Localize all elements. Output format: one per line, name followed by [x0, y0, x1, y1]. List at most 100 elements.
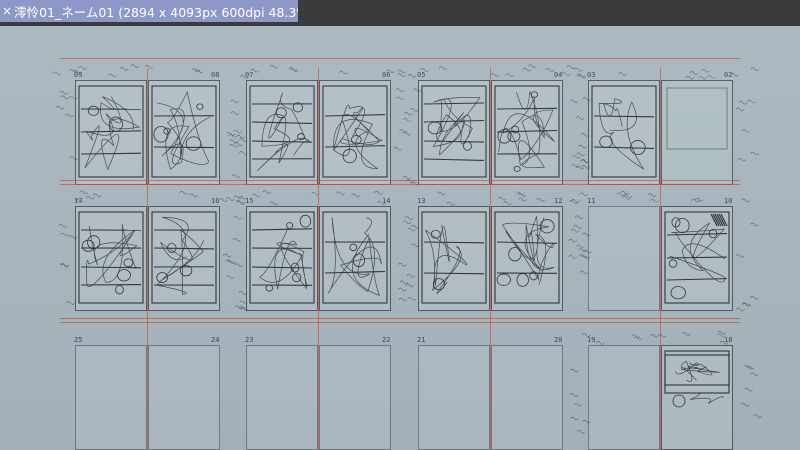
sketch-layer[interactable] — [0, 26, 800, 450]
handwritten-note — [78, 66, 87, 70]
close-tab-icon[interactable]: × — [2, 4, 12, 18]
handwritten-note — [406, 274, 416, 278]
panel-border — [251, 140, 313, 143]
handwritten-note — [64, 113, 74, 118]
handwritten-note — [339, 70, 348, 75]
handwritten-note — [68, 69, 78, 73]
handwritten-note — [738, 100, 748, 105]
handwritten-note — [397, 69, 407, 74]
handwritten-note — [68, 96, 78, 100]
handwritten-note — [397, 73, 406, 77]
handwritten-note — [227, 260, 236, 264]
handwritten-note — [576, 244, 585, 249]
handwritten-note — [750, 222, 759, 227]
handwritten-note — [228, 134, 237, 138]
panel-frame — [664, 350, 730, 386]
handwritten-note — [402, 175, 412, 180]
handwritten-note — [238, 151, 248, 155]
handwritten-note — [633, 336, 643, 341]
handwritten-note — [528, 64, 537, 68]
handwritten-note — [58, 223, 67, 228]
handwritten-note — [269, 64, 279, 69]
handwritten-note — [707, 75, 716, 79]
speech-balloon — [516, 273, 529, 287]
handwritten-note — [399, 129, 408, 133]
speech-balloon — [672, 394, 686, 408]
handwritten-note — [226, 132, 236, 136]
handwritten-note — [218, 198, 228, 202]
speech-balloon — [463, 141, 472, 151]
handwritten-note — [753, 414, 762, 418]
handwritten-note — [743, 364, 752, 369]
handwritten-note — [59, 91, 69, 95]
handwritten-note — [741, 198, 750, 203]
handwritten-note — [119, 66, 129, 71]
speech-balloon — [117, 269, 131, 282]
handwritten-note — [233, 216, 242, 220]
document-tab[interactable]: × 澪怜01_ネーム01 (2894 x 4093px 600dpi 48.3%… — [0, 0, 298, 22]
handwritten-note — [403, 111, 413, 116]
handwritten-note — [239, 74, 249, 79]
figure-sketch — [432, 97, 481, 156]
handwritten-note — [234, 263, 244, 267]
speech-balloon — [496, 273, 511, 286]
handwritten-note — [750, 151, 759, 156]
handwritten-note — [575, 116, 585, 120]
handwritten-note — [438, 66, 448, 70]
handwritten-note — [582, 419, 591, 424]
handwritten-note — [74, 198, 84, 203]
handwritten-note — [740, 402, 750, 407]
handwritten-note — [226, 275, 235, 279]
handwritten-note — [250, 68, 259, 73]
handwritten-note — [404, 216, 414, 220]
speech-balloon — [430, 229, 441, 239]
speech-balloon — [670, 286, 686, 300]
handwritten-note — [407, 297, 417, 301]
handwritten-note — [446, 202, 455, 206]
handwritten-note — [522, 67, 531, 72]
document-title: 澪怜01_ネーム01 (2894 x 4093px 600dpi 48.3%) — [14, 4, 298, 20]
handwritten-note — [568, 238, 577, 243]
speech-balloon — [292, 272, 302, 283]
handwritten-note — [576, 429, 586, 434]
handwritten-note — [234, 142, 243, 146]
handwritten-note — [52, 71, 62, 76]
figure-sketch — [498, 91, 556, 169]
panel-frame — [249, 211, 315, 304]
handwritten-note — [735, 107, 745, 112]
handwritten-note — [568, 255, 577, 259]
handwritten-note — [573, 402, 582, 407]
handwritten-note — [749, 372, 759, 377]
handwritten-note — [395, 96, 405, 101]
speech-balloon — [299, 214, 312, 228]
panel-frame — [666, 87, 728, 150]
speech-balloon — [87, 105, 100, 116]
handwritten-note — [631, 334, 641, 339]
figure-sketch — [156, 90, 211, 170]
handwritten-note — [719, 341, 729, 345]
handwritten-note — [736, 307, 745, 312]
handwritten-note — [746, 365, 755, 370]
handwritten-note — [518, 197, 527, 202]
handwritten-note — [386, 69, 395, 74]
handwritten-note — [108, 73, 117, 78]
handwritten-note — [230, 99, 239, 104]
handwritten-note — [85, 195, 95, 200]
handwritten-note — [749, 295, 759, 300]
handwritten-note — [569, 99, 579, 104]
handwritten-note — [497, 196, 507, 201]
speech-balloon — [275, 107, 287, 119]
speech-balloon — [196, 103, 204, 110]
panel-border — [593, 115, 655, 118]
panel-border — [80, 152, 142, 155]
panel-border — [423, 241, 485, 244]
figure-sketch — [675, 362, 713, 376]
handwritten-note — [402, 220, 412, 225]
handwritten-note — [689, 71, 698, 75]
handwritten-note — [311, 192, 320, 196]
panel-border — [80, 266, 142, 269]
handwritten-note — [189, 193, 198, 198]
handwritten-note — [236, 134, 245, 139]
handwritten-note — [225, 259, 234, 264]
handwritten-note — [570, 416, 579, 421]
